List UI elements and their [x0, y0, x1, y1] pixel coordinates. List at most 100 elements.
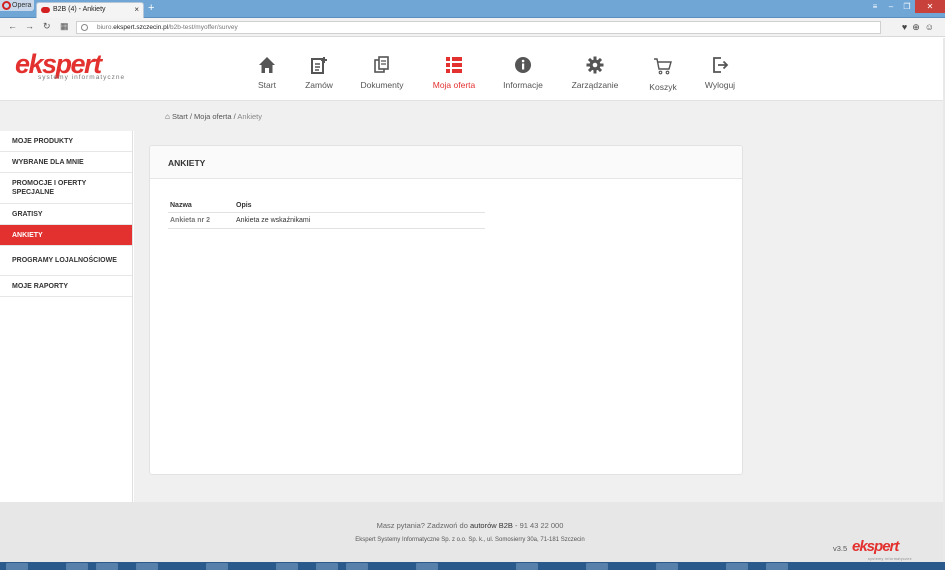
- footer-question-text: Masz pytania? Zadzwoń do: [376, 521, 470, 530]
- breadcrumb: ⌂ Start / Moja oferta / Ankiety: [165, 112, 262, 121]
- speed-dial-icon[interactable]: ▦: [60, 21, 69, 32]
- surveys-panel: ANKIETY Nazwa Opis Ankieta nr 2 Ankieta …: [149, 145, 743, 475]
- new-tab-button[interactable]: +: [148, 1, 154, 15]
- sidebar-item-programy-lojalnosciowe[interactable]: PROGRAMY LOJALNOŚCIOWE: [0, 246, 132, 276]
- ekspert-logo[interactable]: ekspert systemy informatyczne: [15, 49, 135, 83]
- download-icon[interactable]: ⊕: [912, 22, 925, 32]
- url-path: /b2b-test/myoffer/survey: [168, 24, 238, 31]
- order-icon: [311, 57, 327, 74]
- nav-informacje[interactable]: Informacje: [501, 56, 545, 90]
- opera-menu-button[interactable]: Opera: [0, 0, 34, 11]
- close-window-icon[interactable]: ✕: [915, 0, 945, 13]
- opera-icon: [2, 1, 11, 10]
- os-taskbar: [0, 562, 945, 570]
- back-icon[interactable]: ←: [8, 21, 17, 31]
- url-input[interactable]: biuro.ekspert.szczecin.pl/b2b-test/myoff…: [76, 21, 881, 34]
- list-icon: [446, 57, 462, 73]
- nav-wyloguj[interactable]: Wyloguj: [702, 56, 738, 90]
- browser-tab-bar: Opera B2B (4) - Ankiety × + ≡ – ❐ ✕: [0, 0, 945, 18]
- nav-zarzadzanie[interactable]: Zarządzanie: [570, 56, 620, 90]
- favicon-icon: [41, 7, 50, 13]
- column-header-description: Opis: [234, 198, 485, 213]
- taskbar-app[interactable]: [96, 563, 118, 570]
- browser-tab[interactable]: B2B (4) - Ankiety ×: [36, 2, 144, 18]
- survey-description: Ankieta ze wskaźnikami: [234, 212, 485, 229]
- taskbar-app[interactable]: [586, 563, 608, 570]
- sidebar-item-ankiety[interactable]: ANKIETY: [0, 225, 132, 246]
- version-label: v3.5: [833, 544, 848, 553]
- nav-label-informacje: Informacje: [503, 80, 543, 90]
- url-prefix: biuro.: [97, 24, 114, 31]
- taskbar-app[interactable]: [346, 563, 368, 570]
- opera-label: Opera: [12, 2, 32, 9]
- sidebar-item-moje-produkty[interactable]: MOJE PRODUKTY: [0, 131, 132, 152]
- sidebar-item-promocje[interactable]: PROMOCJE I OFERTY SPECJALNE: [0, 173, 132, 204]
- table-row[interactable]: Ankieta nr 2 Ankieta ze wskaźnikami: [168, 212, 485, 229]
- sidebar-item-label: ANKIETY: [12, 231, 43, 239]
- site-footer: Masz pytania? Zadzwoń do autorów B2B - 9…: [0, 502, 945, 562]
- site-header: ekspert systemy informatyczne Start Zamó…: [0, 38, 945, 101]
- sidebar-item-label: GRATISY: [12, 210, 43, 218]
- breadcrumb-home-icon: ⌂: [165, 112, 170, 121]
- logo-word: ekspert: [15, 49, 102, 79]
- start-button[interactable]: [6, 563, 28, 570]
- taskbar-app[interactable]: [276, 563, 298, 570]
- breadcrumb-start-link[interactable]: Start: [172, 112, 188, 121]
- url-domain: ekspert.szczecin.pl: [113, 24, 169, 31]
- sidebar: MOJE PRODUKTY WYBRANE DLA MNIE PROMOCJE …: [0, 131, 133, 502]
- sidebar-item-label: WYBRANE DLA MNIE: [12, 158, 84, 166]
- table-header-row: Nazwa Opis: [168, 198, 485, 213]
- address-bar-actions: ♥⊕☺: [902, 22, 939, 33]
- sidebar-item-label: PROMOCJE I OFERTY SPECJALNE: [12, 180, 87, 196]
- nav-label-wyloguj: Wyloguj: [704, 80, 736, 90]
- taskbar-app[interactable]: [206, 563, 228, 570]
- nav-zamow[interactable]: Zamów: [303, 56, 335, 90]
- taskbar-app[interactable]: [726, 563, 748, 570]
- footer-address: Ekspert Systemy Informatyczne Sp. z o.o.…: [355, 537, 585, 543]
- minimize-icon[interactable]: –: [883, 0, 899, 13]
- breadcrumb-current: Ankiety: [237, 112, 263, 121]
- nav-label-dokumenty: Dokumenty: [360, 80, 404, 90]
- logo-subtitle: systemy informatyczne: [38, 74, 126, 81]
- sidebar-item-wybrane-dla-mnie[interactable]: WYBRANE DLA MNIE: [0, 152, 132, 173]
- documents-icon: [374, 56, 389, 73]
- tab-close-icon[interactable]: ×: [134, 3, 139, 17]
- sidebar-item-label: MOJE RAPORTY: [12, 282, 69, 290]
- breadcrumb-offer-link[interactable]: Moja oferta: [194, 112, 232, 121]
- heart-icon[interactable]: ♥: [902, 22, 912, 32]
- taskbar-app[interactable]: [136, 563, 158, 570]
- gear-icon: [586, 56, 604, 74]
- maximize-icon[interactable]: ❐: [899, 0, 915, 13]
- nav-moja-oferta[interactable]: Moja oferta: [430, 56, 478, 90]
- nav-dokumenty[interactable]: Dokumenty: [358, 56, 406, 90]
- taskbar-app[interactable]: [766, 563, 788, 570]
- sidebar-item-gratisy[interactable]: GRATISY: [0, 204, 132, 225]
- tab-menu-icon[interactable]: ≡: [867, 0, 883, 13]
- nav-label-moja-oferta: Moja oferta: [432, 80, 476, 90]
- nav-label-zamow: Zamów: [305, 80, 333, 90]
- taskbar-app[interactable]: [66, 563, 88, 570]
- footer-authors-link[interactable]: autorów B2B: [470, 521, 513, 530]
- taskbar-app[interactable]: [416, 563, 438, 570]
- sidebar-item-label: PROGRAMY LOJALNOŚCIOWE: [12, 257, 117, 264]
- taskbar-app[interactable]: [316, 563, 338, 570]
- logout-icon: [713, 57, 729, 73]
- survey-name-link[interactable]: Ankieta nr 2: [168, 212, 234, 229]
- nav-label-zarzadzanie: Zarządzanie: [571, 80, 619, 90]
- address-bar: ← → ↻ ▦ biuro.ekspert.szczecin.pl/b2b-te…: [0, 18, 945, 37]
- sidebar-item-moje-raporty[interactable]: MOJE RAPORTY: [0, 276, 132, 297]
- tab-title: B2B (4) - Ankiety: [53, 6, 106, 13]
- account-icon[interactable]: ☺: [925, 22, 939, 32]
- column-header-name: Nazwa: [168, 198, 234, 213]
- sidebar-item-label: MOJE PRODUKTY: [12, 137, 74, 145]
- nav-koszyk[interactable]: Koszyk: [646, 56, 680, 92]
- taskbar-app[interactable]: [516, 563, 538, 570]
- nav-label-koszyk: Koszyk: [649, 82, 677, 92]
- nav-start[interactable]: Start: [255, 56, 279, 90]
- home-icon: [259, 57, 275, 73]
- forward-icon[interactable]: →: [25, 21, 34, 31]
- reload-icon[interactable]: ↻: [43, 21, 51, 32]
- taskbar-app[interactable]: [656, 563, 678, 570]
- site-info-icon[interactable]: [81, 24, 88, 31]
- footer-phone: - 91 43 22 000: [512, 521, 564, 530]
